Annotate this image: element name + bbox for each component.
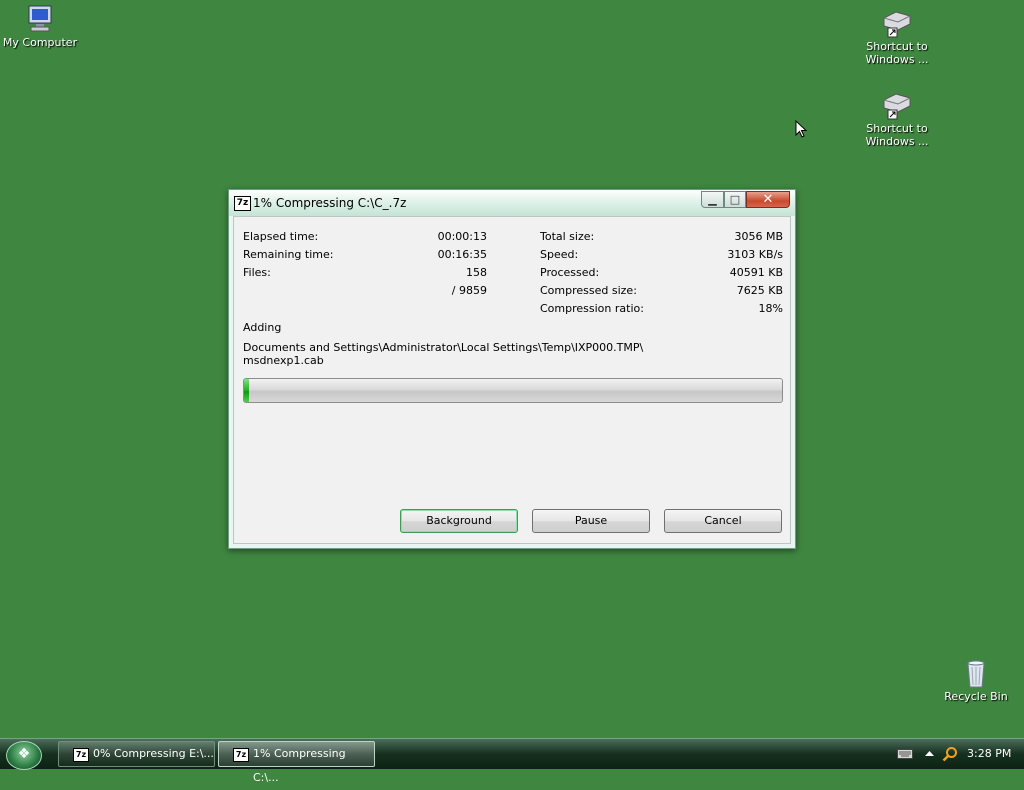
computer-icon	[23, 4, 57, 34]
compress-progress-window: 7z 1% Compressing C:\C_.7z ▁ □ ✕ Elapsed…	[228, 189, 796, 549]
mouse-cursor-icon	[795, 120, 807, 138]
current-action-text: Adding	[243, 321, 282, 334]
minimize-icon: ▁	[708, 193, 717, 206]
total-size-value: 3056 MB	[734, 230, 783, 243]
cancel-button[interactable]: Cancel	[664, 509, 782, 533]
taskbar: ❖ 7z 0% Compressing E:\... 7z 1% Compres…	[0, 738, 1024, 784]
pause-button[interactable]: Pause	[532, 509, 650, 533]
elapsed-time-label: Elapsed time:	[243, 230, 319, 243]
taskbar-clock[interactable]: 3:28 PM	[967, 747, 1011, 760]
remaining-time-value: 00:16:35	[437, 248, 487, 261]
remaining-time-label: Remaining time:	[243, 248, 334, 261]
files-label: Files:	[243, 266, 271, 279]
window-titlebar[interactable]: 7z 1% Compressing C:\C_.7z ▁ □ ✕	[229, 190, 795, 216]
taskbar-item-compress-c[interactable]: 7z 1% Compressing C:\...	[218, 741, 375, 784]
compression-ratio-label: Compression ratio:	[540, 302, 644, 315]
desktop-icon-my-computer[interactable]: My Computer	[0, 4, 85, 49]
desktop-icon-shortcut-windows-1[interactable]: Shortcut to Windows ...	[852, 8, 942, 66]
desktop-icon-recycle-bin[interactable]: Recycle Bin	[931, 658, 1021, 703]
speed-label: Speed:	[540, 248, 579, 261]
files-value: 158	[466, 266, 487, 279]
maximize-icon: □	[729, 193, 741, 206]
window-client-area: Elapsed time: 00:00:13 Remaining time: 0…	[233, 216, 791, 544]
processed-label: Processed:	[540, 266, 600, 279]
compressed-size-value: 7625 KB	[736, 284, 783, 297]
current-file-path: Documents and Settings\Administrator\Loc…	[243, 341, 644, 354]
compression-ratio-value: 18%	[758, 302, 783, 315]
7zip-app-icon: 7z	[233, 748, 249, 762]
taskbar-item-compress-e[interactable]: 7z 0% Compressing E:\...	[58, 741, 215, 767]
windows-logo-icon: ❖	[17, 746, 31, 762]
start-button[interactable]: ❖	[6, 741, 42, 770]
drive-shortcut-icon	[880, 8, 914, 38]
compressed-size-label: Compressed size:	[540, 284, 637, 297]
system-tray: 3:28 PM	[893, 739, 1024, 769]
desktop-icon-label: Windows ...	[865, 135, 929, 148]
files-total-value: / 9859	[451, 284, 487, 297]
desktop-icon-label: Shortcut to	[866, 122, 928, 135]
desktop-icon-label: Recycle Bin	[944, 690, 1008, 703]
keyboard-icon[interactable]	[897, 749, 913, 759]
desktop-icon-label: Shortcut to	[866, 40, 928, 53]
drive-shortcut-icon	[880, 90, 914, 120]
close-button[interactable]: ✕	[746, 191, 790, 208]
total-size-label: Total size:	[540, 230, 595, 243]
desktop-icon-label: Windows ...	[865, 53, 929, 66]
desktop-icon-label: My Computer	[2, 36, 78, 49]
taskbar-item-label: 1% Compressing C:\...	[253, 747, 346, 784]
processed-value: 40591 KB	[729, 266, 783, 279]
show-hidden-icons-icon[interactable]	[925, 750, 934, 757]
close-icon: ✕	[762, 192, 774, 207]
minimize-button[interactable]: ▁	[701, 191, 724, 208]
recycle-bin-icon	[959, 658, 993, 688]
window-title: 1% Compressing C:\C_.7z	[253, 196, 407, 210]
7zip-app-icon: 7z	[234, 196, 251, 211]
current-file-name: msdnexp1.cab	[243, 354, 324, 367]
speed-value: 3103 KB/s	[727, 248, 783, 261]
7zip-app-icon: 7z	[73, 748, 89, 762]
elapsed-time-value: 00:00:13	[437, 230, 487, 243]
desktop-icon-shortcut-windows-2[interactable]: Shortcut to Windows ...	[852, 90, 942, 148]
search-icon[interactable]	[942, 746, 958, 762]
progress-bar-fill	[244, 379, 250, 402]
background-button[interactable]: Background	[400, 509, 518, 533]
compression-progress-bar	[243, 378, 783, 403]
maximize-button[interactable]: □	[724, 191, 746, 208]
taskbar-item-label: 0% Compressing E:\...	[93, 747, 214, 760]
